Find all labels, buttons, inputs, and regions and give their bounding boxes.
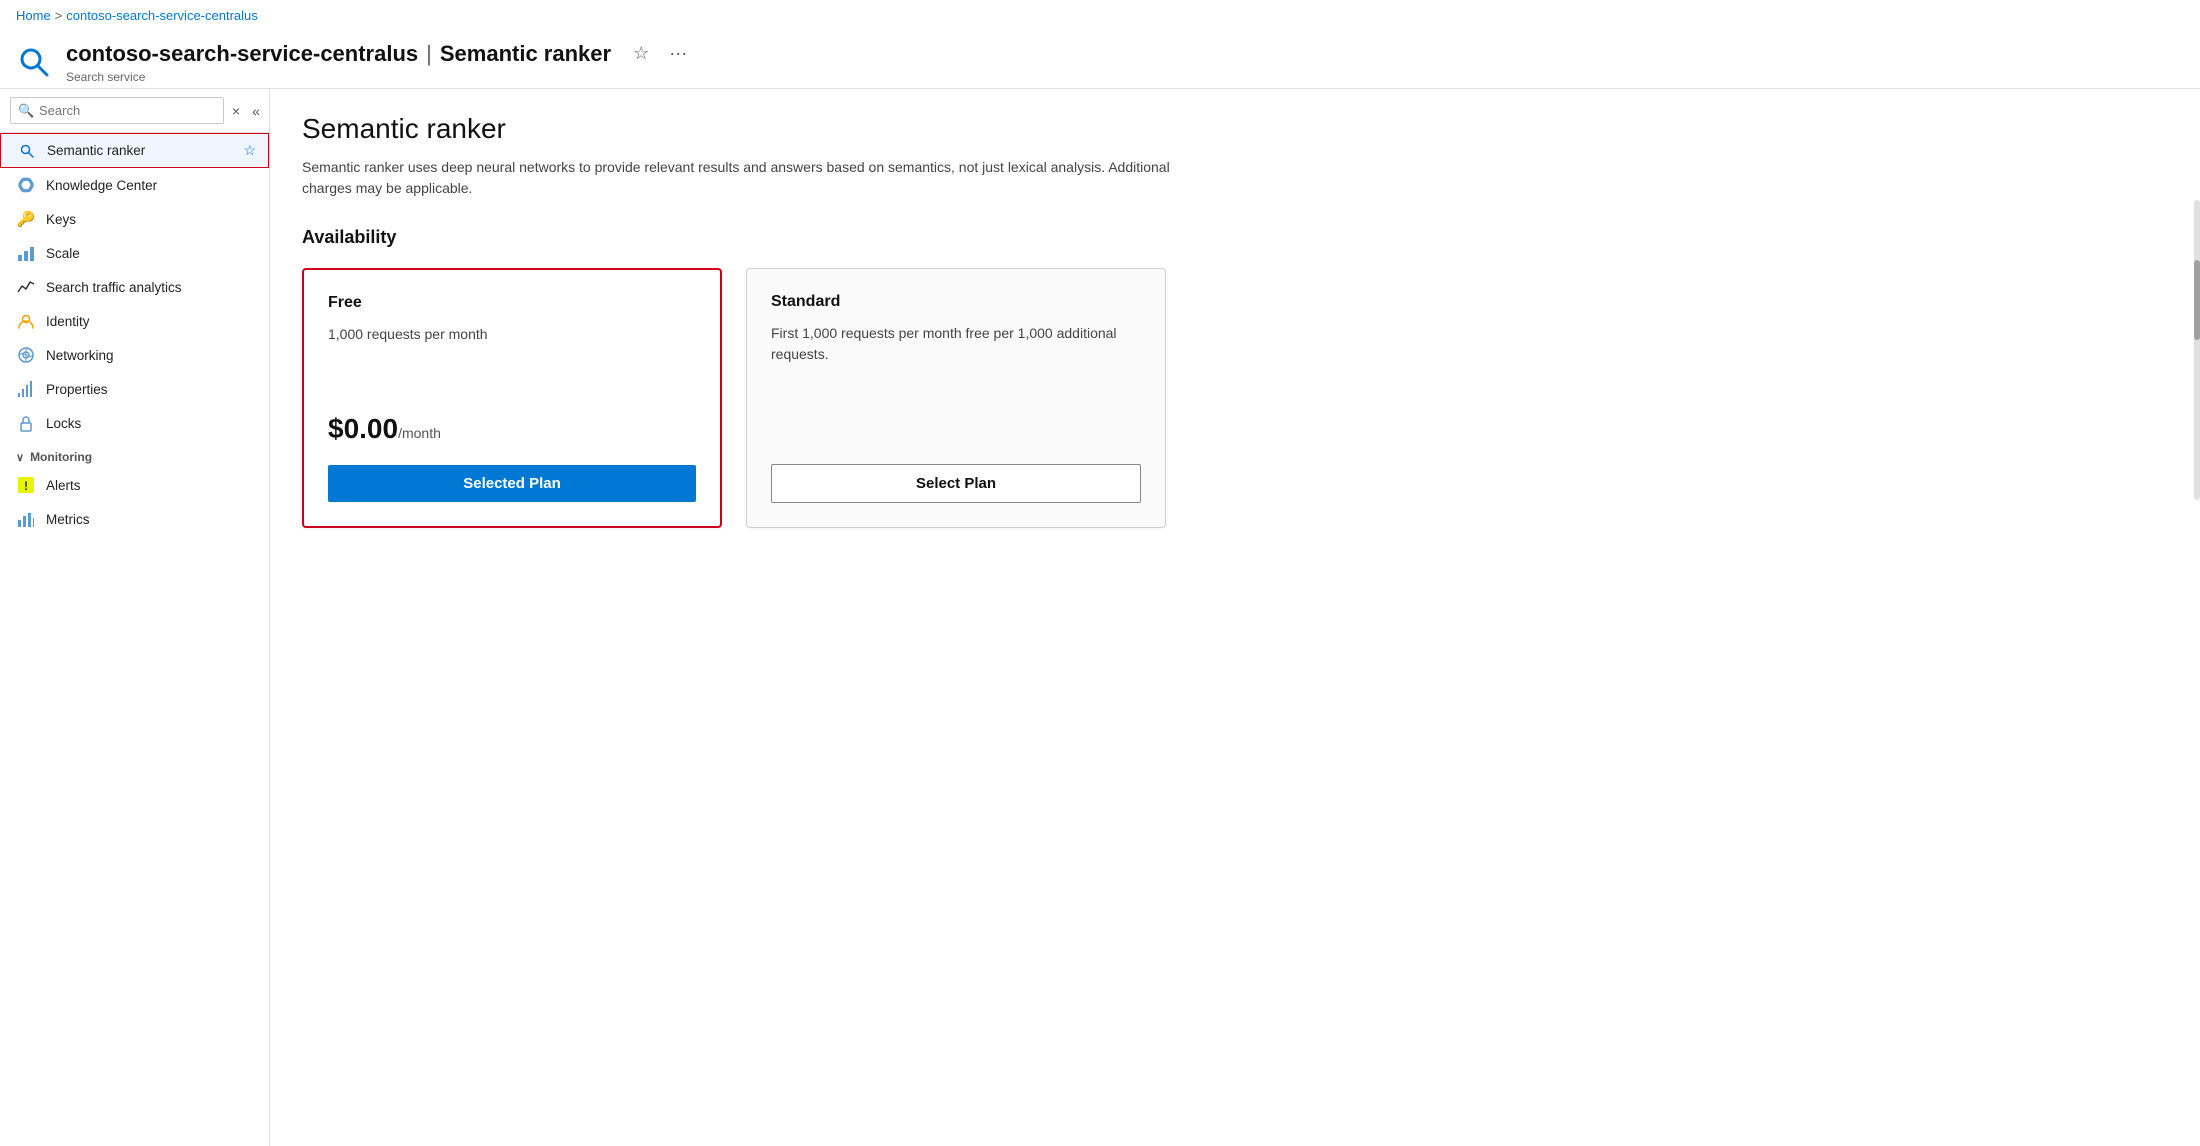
- semantic-ranker-label: Semantic ranker: [47, 143, 233, 158]
- keys-icon: 🔑: [16, 210, 36, 228]
- properties-icon: [16, 380, 36, 398]
- semantic-ranker-icon: [17, 143, 37, 159]
- page-header: contoso-search-service-centralus | Seman…: [0, 31, 2200, 88]
- monitoring-label: Monitoring: [30, 450, 92, 464]
- properties-label: Properties: [46, 382, 257, 397]
- sidebar-item-networking[interactable]: Networking: [0, 338, 269, 372]
- content-description: Semantic ranker uses deep neural network…: [302, 157, 1202, 199]
- selected-plan-button[interactable]: Selected Plan: [328, 465, 696, 502]
- more-options-button[interactable]: ···: [663, 39, 693, 68]
- standard-plan-price: [771, 404, 1141, 444]
- breadcrumb-sep1: >: [55, 8, 63, 23]
- free-plan-description: 1,000 requests per month: [328, 324, 696, 401]
- identity-label: Identity: [46, 314, 257, 329]
- breadcrumb-home[interactable]: Home: [16, 8, 51, 23]
- scale-label: Scale: [46, 246, 257, 261]
- main-layout: 🔍 × « Semantic ranker ☆ Knowledge Center: [0, 88, 2200, 1146]
- select-plan-button[interactable]: Select Plan: [771, 464, 1141, 503]
- search-icon: 🔍: [18, 103, 34, 119]
- free-plan-price: $0.00/month: [328, 413, 696, 445]
- sidebar-item-keys[interactable]: 🔑 Keys: [0, 202, 269, 236]
- metrics-label: Metrics: [46, 512, 257, 527]
- alerts-label: Alerts: [46, 478, 257, 493]
- identity-icon: [16, 312, 36, 330]
- search-input-wrapper: 🔍: [10, 97, 224, 124]
- plan-card-free: Free 1,000 requests per month $0.00/mont…: [302, 268, 722, 528]
- plans-row: Free 1,000 requests per month $0.00/mont…: [302, 268, 2168, 528]
- page-header-text: contoso-search-service-centralus | Seman…: [66, 39, 693, 84]
- sidebar-item-scale[interactable]: Scale: [0, 236, 269, 270]
- sidebar-item-knowledge-center[interactable]: Knowledge Center: [0, 168, 269, 202]
- search-traffic-analytics-icon: [16, 278, 36, 296]
- monitoring-section[interactable]: ∨ Monitoring: [0, 440, 269, 468]
- breadcrumb: Home > contoso-search-service-centralus: [0, 0, 2200, 31]
- alerts-icon: !: [16, 476, 36, 494]
- sidebar-item-identity[interactable]: Identity: [0, 304, 269, 338]
- service-subtitle: Search service: [66, 70, 693, 84]
- sidebar-item-alerts[interactable]: ! Alerts: [0, 468, 269, 502]
- sidebar-item-search-traffic-analytics[interactable]: Search traffic analytics: [0, 270, 269, 304]
- knowledge-center-label: Knowledge Center: [46, 178, 257, 193]
- locks-label: Locks: [46, 416, 257, 431]
- availability-title: Availability: [302, 227, 2168, 248]
- standard-plan-name: Standard: [771, 293, 1141, 311]
- title-pipe: |: [426, 41, 432, 67]
- content-title: Semantic ranker: [302, 113, 2168, 145]
- free-plan-price-amount: $0.00: [328, 413, 398, 444]
- favorite-button[interactable]: ☆: [627, 39, 655, 68]
- search-service-icon: [16, 44, 52, 80]
- page-title: contoso-search-service-centralus | Seman…: [66, 39, 693, 68]
- header-actions: ☆ ···: [627, 39, 693, 68]
- sidebar-collapse-button[interactable]: «: [248, 101, 264, 121]
- search-traffic-analytics-label: Search traffic analytics: [46, 280, 257, 295]
- standard-plan-description: First 1,000 requests per month free per …: [771, 323, 1141, 392]
- sidebar-item-properties[interactable]: Properties: [0, 372, 269, 406]
- breadcrumb-service[interactable]: contoso-search-service-centralus: [66, 8, 257, 23]
- networking-label: Networking: [46, 348, 257, 363]
- plan-card-standard: Standard First 1,000 requests per month …: [746, 268, 1166, 528]
- monitoring-chevron: ∨: [16, 451, 24, 464]
- locks-icon: [16, 414, 36, 432]
- metrics-icon: [16, 510, 36, 528]
- free-plan-price-unit: /month: [398, 425, 441, 441]
- sidebar-item-locks[interactable]: Locks: [0, 406, 269, 440]
- search-clear-button[interactable]: ×: [228, 101, 244, 121]
- semantic-ranker-star[interactable]: ☆: [243, 142, 256, 159]
- free-plan-name: Free: [328, 294, 696, 312]
- keys-label: Keys: [46, 212, 257, 227]
- sidebar-item-semantic-ranker[interactable]: Semantic ranker ☆: [0, 133, 269, 168]
- svg-text:!: !: [24, 479, 28, 493]
- sidebar-item-metrics[interactable]: Metrics: [0, 502, 269, 536]
- knowledge-center-icon: [16, 176, 36, 194]
- scale-icon: [16, 244, 36, 262]
- sidebar: 🔍 × « Semantic ranker ☆ Knowledge Center: [0, 89, 270, 1146]
- sidebar-search-row: 🔍 × «: [0, 89, 269, 133]
- content-area: Semantic ranker Semantic ranker uses dee…: [270, 89, 2200, 1146]
- networking-icon: [16, 346, 36, 364]
- search-input[interactable]: [10, 97, 224, 124]
